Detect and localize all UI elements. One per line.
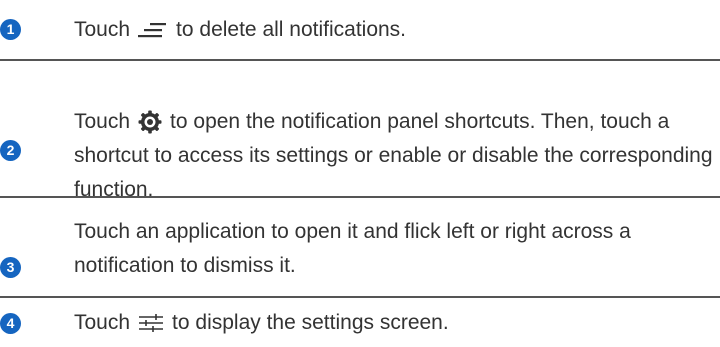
step-1: 1 Touch to delete all notifications. — [0, 0, 720, 60]
step-4-before: Touch — [74, 311, 131, 334]
step-3: 3 Touch an application to open it and fl… — [0, 197, 720, 297]
step-1-before: Touch — [74, 18, 131, 41]
step-4-text: Touch to display the settings screen. — [74, 306, 720, 340]
step-4: 4 Touch to display the settings screen. — [0, 297, 720, 347]
step-4-after: to display the settings screen. — [172, 311, 449, 334]
step-3-line-2: notification to dismiss it. — [74, 254, 296, 277]
step-2: 2 Touch to open the notification panel s… — [0, 60, 720, 201]
step-number-badge: 1 — [0, 19, 21, 40]
step-2-after-line-1: to open the notification panel shortcuts… — [170, 110, 670, 133]
step-2-line-1: Touch to open the notification panel sho… — [74, 105, 720, 139]
settings-gear-icon — [138, 110, 162, 134]
step-2-text: Touch to open the notification panel sho… — [74, 105, 720, 207]
step-3-text: Touch an application to open it and flic… — [74, 215, 720, 283]
step-1-after: to delete all notifications. — [176, 18, 407, 41]
step-1-text: Touch to delete all notifications. — [74, 13, 720, 47]
step-2-before: Touch — [74, 110, 131, 133]
sliders-icon — [138, 313, 164, 333]
step-number-badge: 4 — [0, 313, 21, 334]
step-number-badge: 3 — [0, 257, 21, 278]
step-2-line-2: shortcut to access its settings or enabl… — [74, 144, 713, 167]
step-number-badge: 2 — [0, 140, 21, 161]
clear-all-icon — [138, 21, 168, 39]
step-3-line-1: Touch an application to open it and flic… — [74, 220, 631, 243]
